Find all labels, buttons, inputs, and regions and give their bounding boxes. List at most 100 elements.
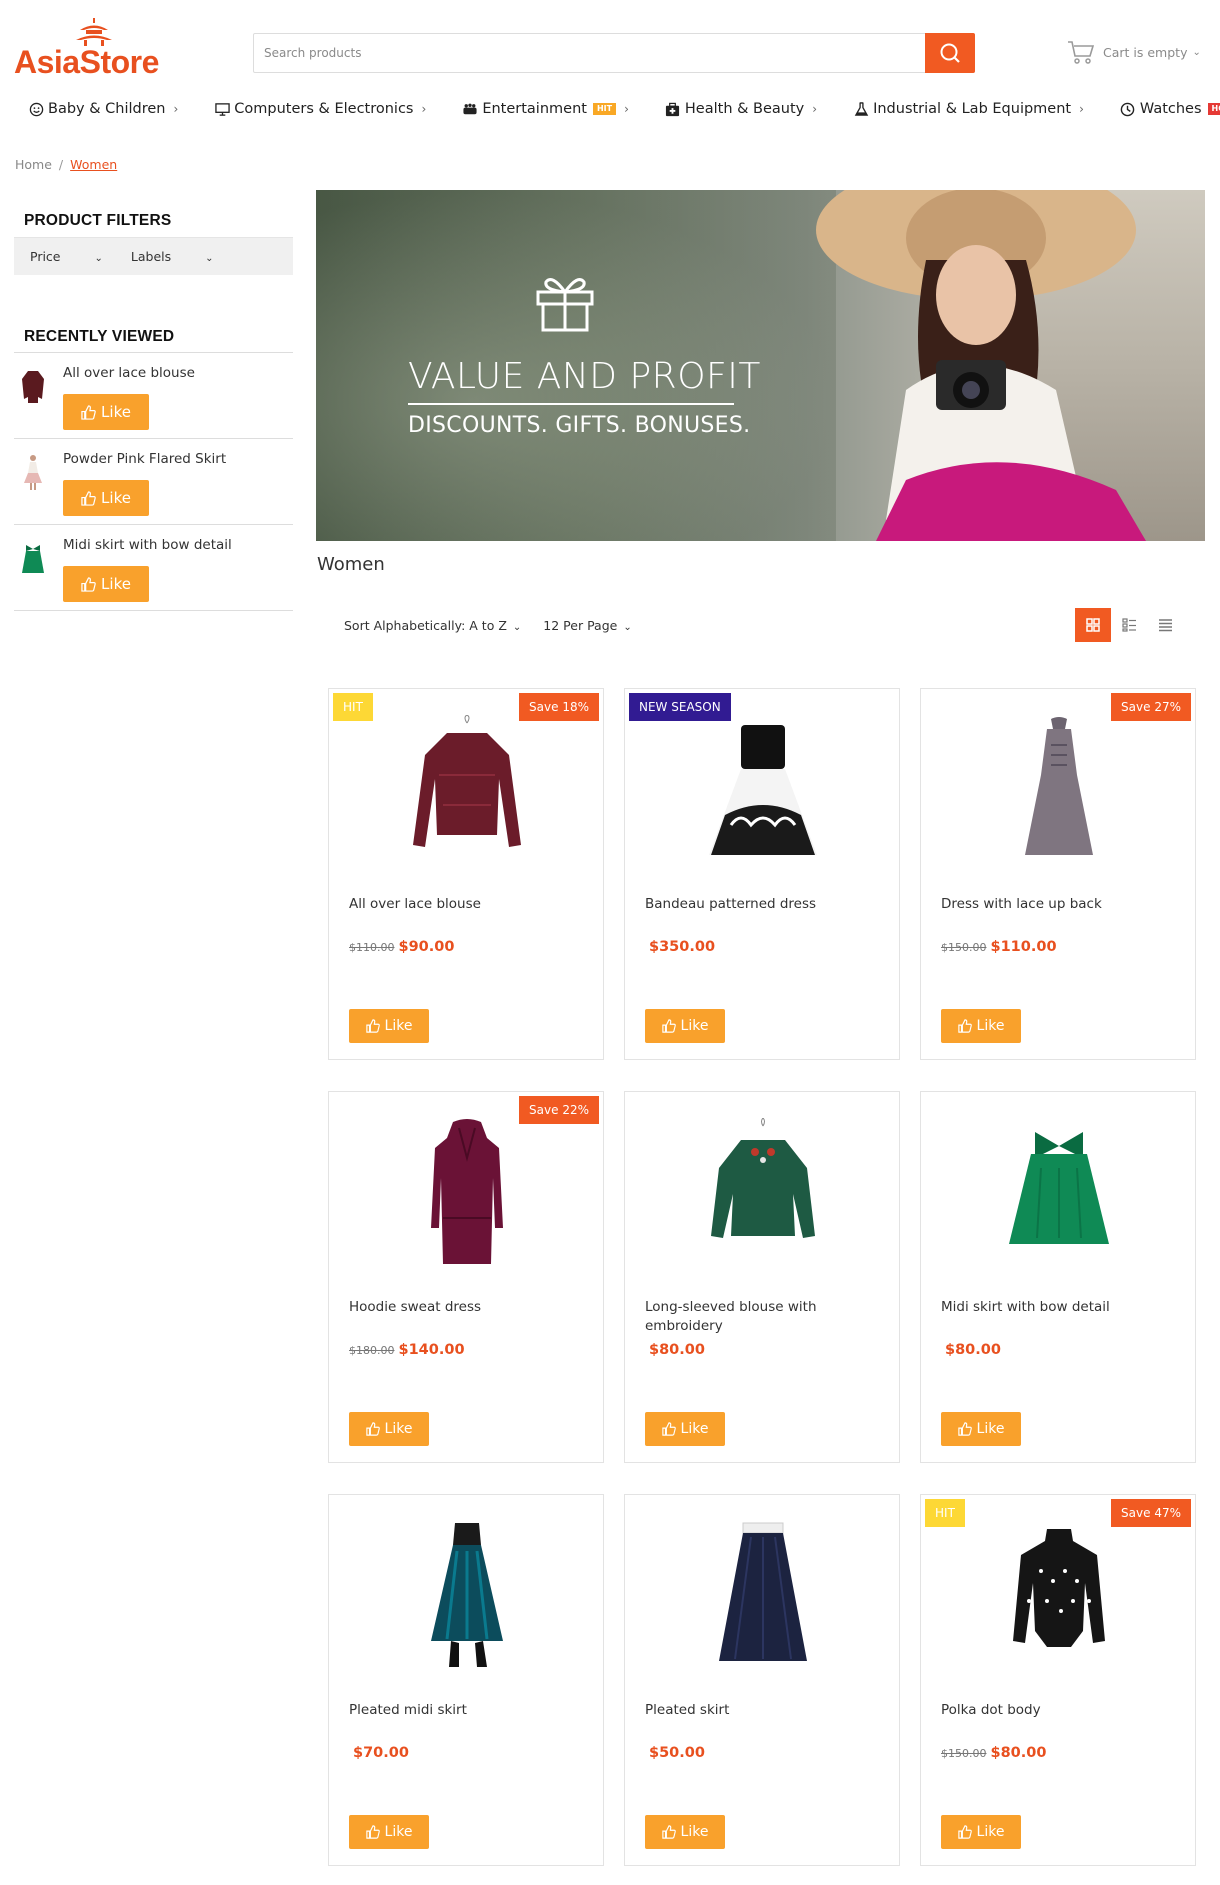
view-switcher <box>1075 608 1183 642</box>
product-card[interactable]: Long-sleeved blouse with embroidery $80.… <box>624 1091 900 1463</box>
product-thumbnail[interactable] <box>20 539 46 577</box>
product-name[interactable]: Pleated midi skirt <box>349 1701 589 1720</box>
sort-label: Sort Alphabetically: A to Z <box>344 617 507 633</box>
like-button[interactable]: Like <box>349 1009 429 1043</box>
nav-item-health-beauty[interactable]: Health & Beauty › <box>665 101 817 117</box>
product-name[interactable]: Dress with lace up back <box>941 895 1181 914</box>
chevron-down-icon: ⌄ <box>94 253 103 264</box>
like-label: Like <box>976 1421 1005 1437</box>
nav-item-computers-electronics[interactable]: Computers & Electronics › <box>214 101 426 117</box>
header: AsiaStore Cart is empty ⌄ Baby & Childre… <box>0 0 1220 140</box>
nav-item-industrial-lab[interactable]: Industrial & Lab Equipment › <box>853 101 1084 117</box>
nav-label: Computers & Electronics <box>234 101 414 117</box>
breadcrumb-home[interactable]: Home <box>15 157 52 172</box>
chevron-down-icon: ⌄ <box>1192 46 1201 58</box>
product-image[interactable] <box>695 715 831 863</box>
product-image[interactable] <box>695 1118 831 1266</box>
product-name[interactable]: Bandeau patterned dress <box>645 895 885 914</box>
product-name[interactable]: All over lace blouse <box>349 895 589 914</box>
old-price: $150.00 <box>941 1747 987 1760</box>
breadcrumb: Home / Women <box>15 157 117 172</box>
cart-button[interactable]: Cart is empty ⌄ <box>1067 36 1217 68</box>
thumbs-up-icon <box>957 1825 972 1839</box>
product-card[interactable]: Save 27% Dress with lace up back $150.00… <box>920 688 1196 1060</box>
gift-icon <box>536 278 594 332</box>
filter-price[interactable]: Price ⌄ <box>30 249 103 264</box>
grid-view-button[interactable] <box>1075 608 1111 642</box>
current-price: $80.00 <box>945 1342 1001 1358</box>
like-button[interactable]: Like <box>645 1412 725 1446</box>
per-page-select[interactable]: 12 Per Page ⌄ <box>543 618 631 633</box>
like-label: Like <box>384 1824 413 1840</box>
product-image[interactable] <box>991 1118 1127 1266</box>
like-button[interactable]: Like <box>941 1009 1021 1043</box>
product-name[interactable]: Pleated skirt <box>645 1701 885 1720</box>
thumbs-up-icon <box>365 1825 380 1839</box>
breadcrumb-current[interactable]: Women <box>70 157 117 172</box>
like-button[interactable]: Like <box>63 394 149 430</box>
list-grid-icon <box>1121 618 1136 632</box>
search-button[interactable] <box>925 33 975 73</box>
product-name[interactable]: Hoodie sweat dress <box>349 1298 589 1317</box>
monitor-icon <box>214 101 230 117</box>
store-logo[interactable]: AsiaStore <box>14 18 164 83</box>
old-price: $110.00 <box>349 941 395 954</box>
chevron-right-icon: › <box>173 102 179 116</box>
product-card[interactable]: Pleated midi skirt $70.00 Like <box>328 1494 604 1866</box>
product-card[interactable]: Pleated skirt $50.00 Like <box>624 1494 900 1866</box>
product-card[interactable]: HIT Save 47% Polka dot body $150.00 $80.0… <box>920 1494 1196 1866</box>
like-label: Like <box>101 403 131 421</box>
nav-label: Industrial & Lab Equipment <box>873 101 1072 117</box>
list-grid-view-button[interactable] <box>1111 608 1147 642</box>
like-button[interactable]: Like <box>941 1815 1021 1849</box>
banner-text: VALUE AND PROFIT DISCOUNTS. GIFTS. BONUS… <box>408 356 761 438</box>
recent-item-name[interactable]: Midi skirt with bow detail <box>63 537 232 553</box>
sort-select[interactable]: Sort Alphabetically: A to Z ⌄ <box>344 618 521 633</box>
product-price: $80.00 <box>941 1342 1001 1358</box>
search-input[interactable] <box>254 34 922 72</box>
like-button[interactable]: Like <box>63 480 149 516</box>
like-button[interactable]: Like <box>645 1815 725 1849</box>
nav-item-entertainment[interactable]: Entertainment HIT › <box>462 101 629 117</box>
product-card[interactable]: Save 22% Hoodie sweat dress $180.00 $140.… <box>328 1091 604 1463</box>
product-image[interactable] <box>695 1521 831 1669</box>
product-price: $180.00 $140.00 <box>349 1342 465 1358</box>
like-label: Like <box>101 489 131 507</box>
product-card[interactable]: HIT Save 18% All over lace blouse $110.0… <box>328 688 604 1060</box>
like-button[interactable]: Like <box>645 1009 725 1043</box>
thumbs-up-icon <box>81 490 96 506</box>
like-button[interactable]: Like <box>941 1412 1021 1446</box>
breadcrumb-separator: / <box>58 157 64 172</box>
nav-item-baby-children[interactable]: Baby & Children › <box>28 101 178 117</box>
like-button[interactable]: Like <box>349 1815 429 1849</box>
thumbs-up-icon <box>957 1019 972 1033</box>
product-card[interactable]: NEW SEASON Bandeau patterned dress $350.… <box>624 688 900 1060</box>
product-image[interactable] <box>991 715 1127 863</box>
product-image[interactable] <box>991 1521 1127 1669</box>
category-nav: Baby & Children › Computers & Electronic… <box>28 96 1220 122</box>
like-button[interactable]: Like <box>349 1412 429 1446</box>
product-image[interactable] <box>399 1521 535 1669</box>
product-thumbnail[interactable] <box>20 453 46 491</box>
promo-banner[interactable]: VALUE AND PROFIT DISCOUNTS. GIFTS. BONUS… <box>316 190 1205 541</box>
like-button[interactable]: Like <box>63 566 149 602</box>
product-image[interactable] <box>399 1118 535 1266</box>
product-image[interactable] <box>399 715 535 863</box>
like-label: Like <box>680 1824 709 1840</box>
product-name[interactable]: Long-sleeved blouse with embroidery <box>645 1298 885 1336</box>
product-name[interactable]: Midi skirt with bow detail <box>941 1298 1181 1317</box>
product-name[interactable]: Polka dot body <box>941 1701 1181 1720</box>
product-thumbnail[interactable] <box>20 367 46 405</box>
recent-item-name[interactable]: All over lace blouse <box>63 365 195 381</box>
list-view-button[interactable] <box>1147 608 1183 642</box>
current-price: $70.00 <box>353 1745 409 1761</box>
filter-labels[interactable]: Labels ⌄ <box>131 249 214 264</box>
chevron-right-icon: › <box>1079 102 1084 116</box>
gamepad-icon <box>462 101 478 117</box>
recently-viewed-title: RECENTLY VIEWED <box>14 321 293 353</box>
thumbs-up-icon <box>661 1825 676 1839</box>
like-label: Like <box>680 1018 709 1034</box>
nav-item-watches[interactable]: Watches HOT › <box>1120 101 1220 117</box>
recent-item-name[interactable]: Powder Pink Flared Skirt <box>63 451 226 467</box>
product-card[interactable]: Midi skirt with bow detail $80.00 Like <box>920 1091 1196 1463</box>
